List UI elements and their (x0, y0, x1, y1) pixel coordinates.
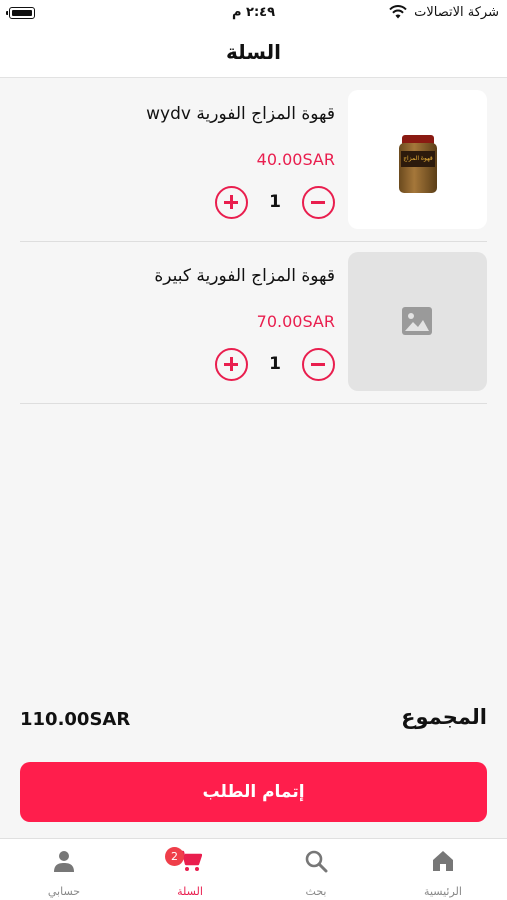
decrease-quantity-button[interactable] (302, 186, 335, 219)
checkout-button[interactable]: إتمام الطلب (20, 762, 487, 822)
decrease-quantity-button[interactable] (302, 348, 335, 381)
total-label: المجموع (401, 705, 487, 729)
jar-label: قهوة المزاج (401, 151, 435, 167)
page-title: السلة (225, 40, 281, 64)
coffee-jar-image: قهوة المزاج (399, 135, 437, 193)
product-price: 70.00SAR (256, 312, 335, 331)
home-icon (433, 851, 453, 871)
cart-item: قهوة المزاج الفورية كبيرة 70.00SAR 1 (20, 242, 487, 404)
nav-cart[interactable]: 2 السلة (145, 845, 235, 899)
nav-home-label: الرئيسية (424, 885, 462, 898)
wifi-icon (389, 5, 407, 19)
product-price: 40.00SAR (256, 150, 335, 169)
nav-search-label: بحث (305, 885, 327, 898)
nav-cart-label: السلة (177, 885, 203, 898)
cart-list: قهوة المزاج قهوة المزاج الفورية wydv 40.… (20, 80, 487, 404)
quantity-value: 1 (269, 354, 281, 374)
quantity-stepper: 1 (215, 348, 335, 382)
product-image[interactable]: قهوة المزاج (348, 90, 487, 229)
product-name: قهوة المزاج الفورية wydv (146, 104, 335, 124)
account-icon (54, 851, 74, 872)
product-image[interactable] (348, 252, 487, 391)
nav-search[interactable]: بحث (271, 845, 361, 899)
bottom-nav: الرئيسية بحث 2 السلة حسابي (0, 838, 507, 900)
image-placeholder-icon (402, 307, 432, 335)
cart-item: قهوة المزاج قهوة المزاج الفورية wydv 40.… (20, 80, 487, 242)
total-value: 110.00SAR (20, 709, 131, 730)
increase-quantity-button[interactable] (215, 348, 248, 381)
header: السلة (0, 30, 507, 78)
nav-home[interactable]: الرئيسية (398, 845, 488, 899)
nav-account[interactable]: حسابي (19, 845, 109, 899)
search-icon (305, 850, 328, 873)
nav-account-label: حسابي (47, 885, 81, 898)
cart-count-badge: 2 (165, 847, 184, 866)
quantity-value: 1 (269, 192, 281, 212)
quantity-stepper: 1 (215, 186, 335, 220)
product-name: قهوة المزاج الفورية كبيرة (154, 266, 335, 286)
carrier-name: شركة الاتصالات (414, 5, 499, 20)
status-bar: ٢:٤٩ م شركة الاتصالات (0, 0, 507, 30)
increase-quantity-button[interactable] (215, 186, 248, 219)
